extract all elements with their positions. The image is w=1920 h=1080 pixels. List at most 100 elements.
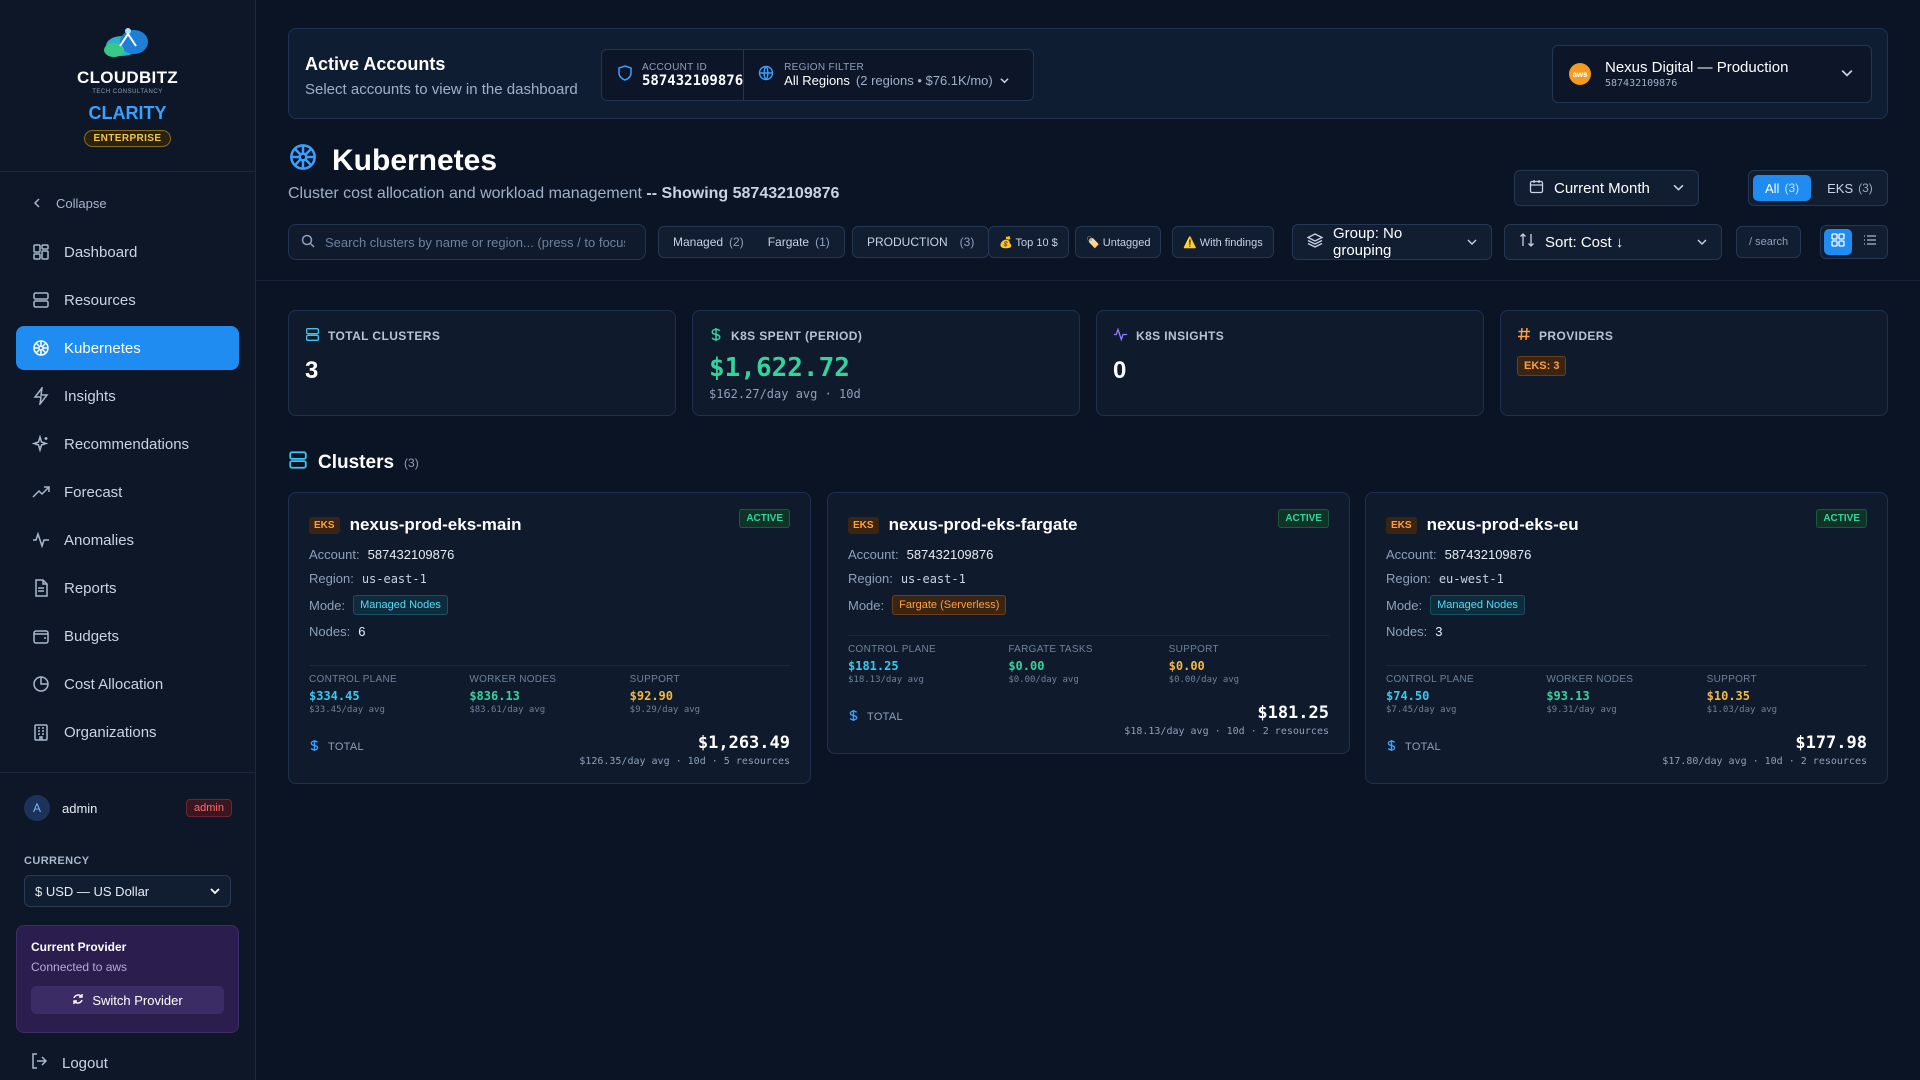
provider-toggle: All (3) EKS (3) [1748, 170, 1888, 206]
account-region-selector: ACCOUNT ID 587432109876 REGION FILTER Al… [601, 49, 1034, 101]
filter-production[interactable]: PRODUCTION (3) [852, 226, 990, 258]
dashboard-icon [32, 243, 50, 261]
cost-daily: $18.13/day avg [848, 675, 924, 685]
cluster-name: nexus-prod-eks-eu [1426, 515, 1579, 534]
group-by-select[interactable]: Group: No grouping [1292, 224, 1492, 260]
cloudbitz-logo[interactable] [92, 22, 164, 62]
stat-k8s-spent: K8S SPENT (PERIOD) $1,622.72 $162.27/day… [692, 310, 1080, 416]
stat-label: PROVIDERS [1539, 328, 1614, 343]
logout-button[interactable]: Logout [30, 1052, 108, 1074]
dollar-icon [309, 739, 320, 755]
list-view-button[interactable] [1856, 229, 1884, 255]
toggle-eks-label: EKS [1827, 180, 1854, 196]
sidebar-item-cost-allocation[interactable]: Cost Allocation [16, 662, 239, 706]
cost-daily: $0.00/day avg [1168, 675, 1240, 685]
sidebar-item-anomalies[interactable]: Anomalies [16, 518, 239, 562]
nodes-value: 6 [358, 624, 366, 639]
cost-support: SUPPORT $0.00 $0.00/day avg [1169, 644, 1329, 685]
toggle-eks[interactable]: EKS (3) [1815, 175, 1885, 201]
total-detail: $17.80/day avg · 10d · 2 resources [1662, 756, 1867, 767]
cluster-card[interactable]: EKS nexus-prod-eks-fargate ACTIVE Accoun… [827, 492, 1350, 754]
page-subtitle: Cluster cost allocation and workload man… [288, 185, 839, 203]
sidebar-item-forecast[interactable]: Forecast [16, 470, 239, 514]
sidebar-item-reports[interactable]: Reports [16, 566, 239, 610]
total-label: TOTAL [1405, 741, 1441, 753]
chevron-left-icon [32, 196, 42, 211]
sidebar-item-dashboard[interactable]: Dashboard [16, 230, 239, 274]
sidebar-item-organizations[interactable]: Organizations [16, 710, 239, 754]
sidebar-item-budgets[interactable]: Budgets [16, 614, 239, 658]
dollar-icon [1386, 739, 1397, 755]
sidebar-item-resources[interactable]: Resources [16, 278, 239, 322]
cluster-card[interactable]: EKS nexus-prod-eks-main ACTIVE Account: 5… [288, 492, 811, 784]
mode-label: Mode: [1386, 597, 1423, 613]
collapse-button[interactable]: Collapse [32, 196, 107, 211]
chevron-down-icon [1467, 234, 1477, 251]
stat-label: K8S INSIGHTS [1136, 329, 1225, 343]
cost-daily: $83.61/day avg [469, 705, 546, 715]
search-hint-label: / search [1749, 236, 1789, 248]
account-id-field[interactable]: ACCOUNT ID 587432109876 [602, 50, 743, 100]
sidebar-item-recommendations[interactable]: Recommendations [16, 422, 239, 466]
switch-provider-label: Switch Provider [92, 992, 183, 1008]
cost-daily: $0.00/day avg [1008, 675, 1079, 685]
stat-value: $1,622.72 [709, 353, 850, 383]
currency-select[interactable]: $ USD — US Dollar [24, 875, 231, 907]
cost-breakdown: CONTROL PLANE $181.25 $18.13/day avg FAR… [848, 635, 1329, 685]
filter-managed-label: Managed [673, 235, 724, 249]
nodes-value: 3 [1435, 624, 1443, 639]
pie-icon [32, 675, 50, 693]
search-shortcut-hint: / search [1736, 226, 1802, 258]
cost-label: WORKER NODES [469, 674, 557, 685]
sidebar-nav: Dashboard Resources Kubernetes Insights … [16, 230, 239, 758]
filter-top10[interactable]: 💰 Top 10 $ [988, 226, 1069, 258]
building-icon [32, 723, 50, 741]
toggle-all[interactable]: All (3) [1753, 175, 1812, 201]
chevron-down-icon [1000, 73, 1009, 88]
toggle-all-label: All [1765, 180, 1780, 196]
cluster-card[interactable]: EKS nexus-prod-eks-eu ACTIVE Account: 587… [1365, 492, 1888, 784]
kubernetes-icon [288, 142, 318, 180]
filter-untagged[interactable]: 🏷️ Untagged [1075, 226, 1162, 258]
search-input[interactable] [325, 234, 625, 250]
switch-provider-button[interactable]: Switch Provider [31, 986, 224, 1014]
period-select[interactable]: Current Month [1514, 170, 1699, 206]
filter-fargate[interactable]: Fargate (1) [768, 235, 830, 249]
refresh-icon [72, 993, 84, 1008]
dollar-icon [848, 709, 859, 725]
cost-breakdown: CONTROL PLANE $74.50 $7.45/day avg WORKE… [1386, 665, 1867, 715]
cost-value: $0.00 [1168, 659, 1205, 673]
stat-label: K8S SPENT (PERIOD) [731, 329, 863, 343]
sort-select[interactable]: Sort: Cost ↓ [1504, 224, 1722, 260]
cost-label: CONTROL PLANE [309, 674, 397, 685]
region-filter[interactable]: REGION FILTER All Regions (2 regions • $7… [743, 50, 1009, 100]
cluster-search[interactable] [288, 224, 646, 260]
cost-value: $181.25 [848, 659, 899, 673]
eks-tag: EKS [309, 516, 340, 534]
cluster-name: nexus-prod-eks-fargate [888, 515, 1078, 534]
sidebar-item-label: Kubernetes [64, 339, 141, 357]
cost-value: $92.90 [629, 689, 674, 703]
region-value: eu-west-1 [1438, 571, 1504, 586]
sidebar-item-kubernetes[interactable]: Kubernetes [16, 326, 239, 370]
aws-logo-icon: aws [1569, 63, 1591, 85]
filter-managed[interactable]: Managed (2) [673, 235, 744, 249]
wallet-icon [32, 627, 50, 645]
cost-control-plane: CONTROL PLANE $74.50 $7.45/day avg [1386, 674, 1546, 715]
chevron-down-icon [1841, 66, 1853, 84]
currency-label: CURRENCY [24, 855, 90, 867]
cost-daily: $1.03/day avg [1706, 705, 1778, 715]
provider-count-badge: EKS: 3 [1517, 356, 1567, 376]
user-row[interactable]: A admin admin [24, 795, 232, 821]
sparkle-icon [32, 435, 50, 453]
grid-view-button[interactable] [1824, 229, 1852, 255]
product-name: CLARITY [88, 103, 167, 123]
sidebar-item-label: Reports [64, 579, 117, 597]
clusters-count: (3) [404, 456, 419, 470]
active-accounts-bar: Active Accounts Select accounts to view … [288, 28, 1888, 119]
sidebar-item-insights[interactable]: Insights [16, 374, 239, 418]
stat-footnote: $162.27/day avg · 10d [709, 387, 861, 401]
organization-selector[interactable]: aws Nexus Digital — Production 587432109… [1552, 45, 1872, 103]
filter-with-findings[interactable]: ⚠️ With findings [1172, 226, 1274, 258]
showing-account: -- Showing 587432109876 [646, 185, 840, 202]
